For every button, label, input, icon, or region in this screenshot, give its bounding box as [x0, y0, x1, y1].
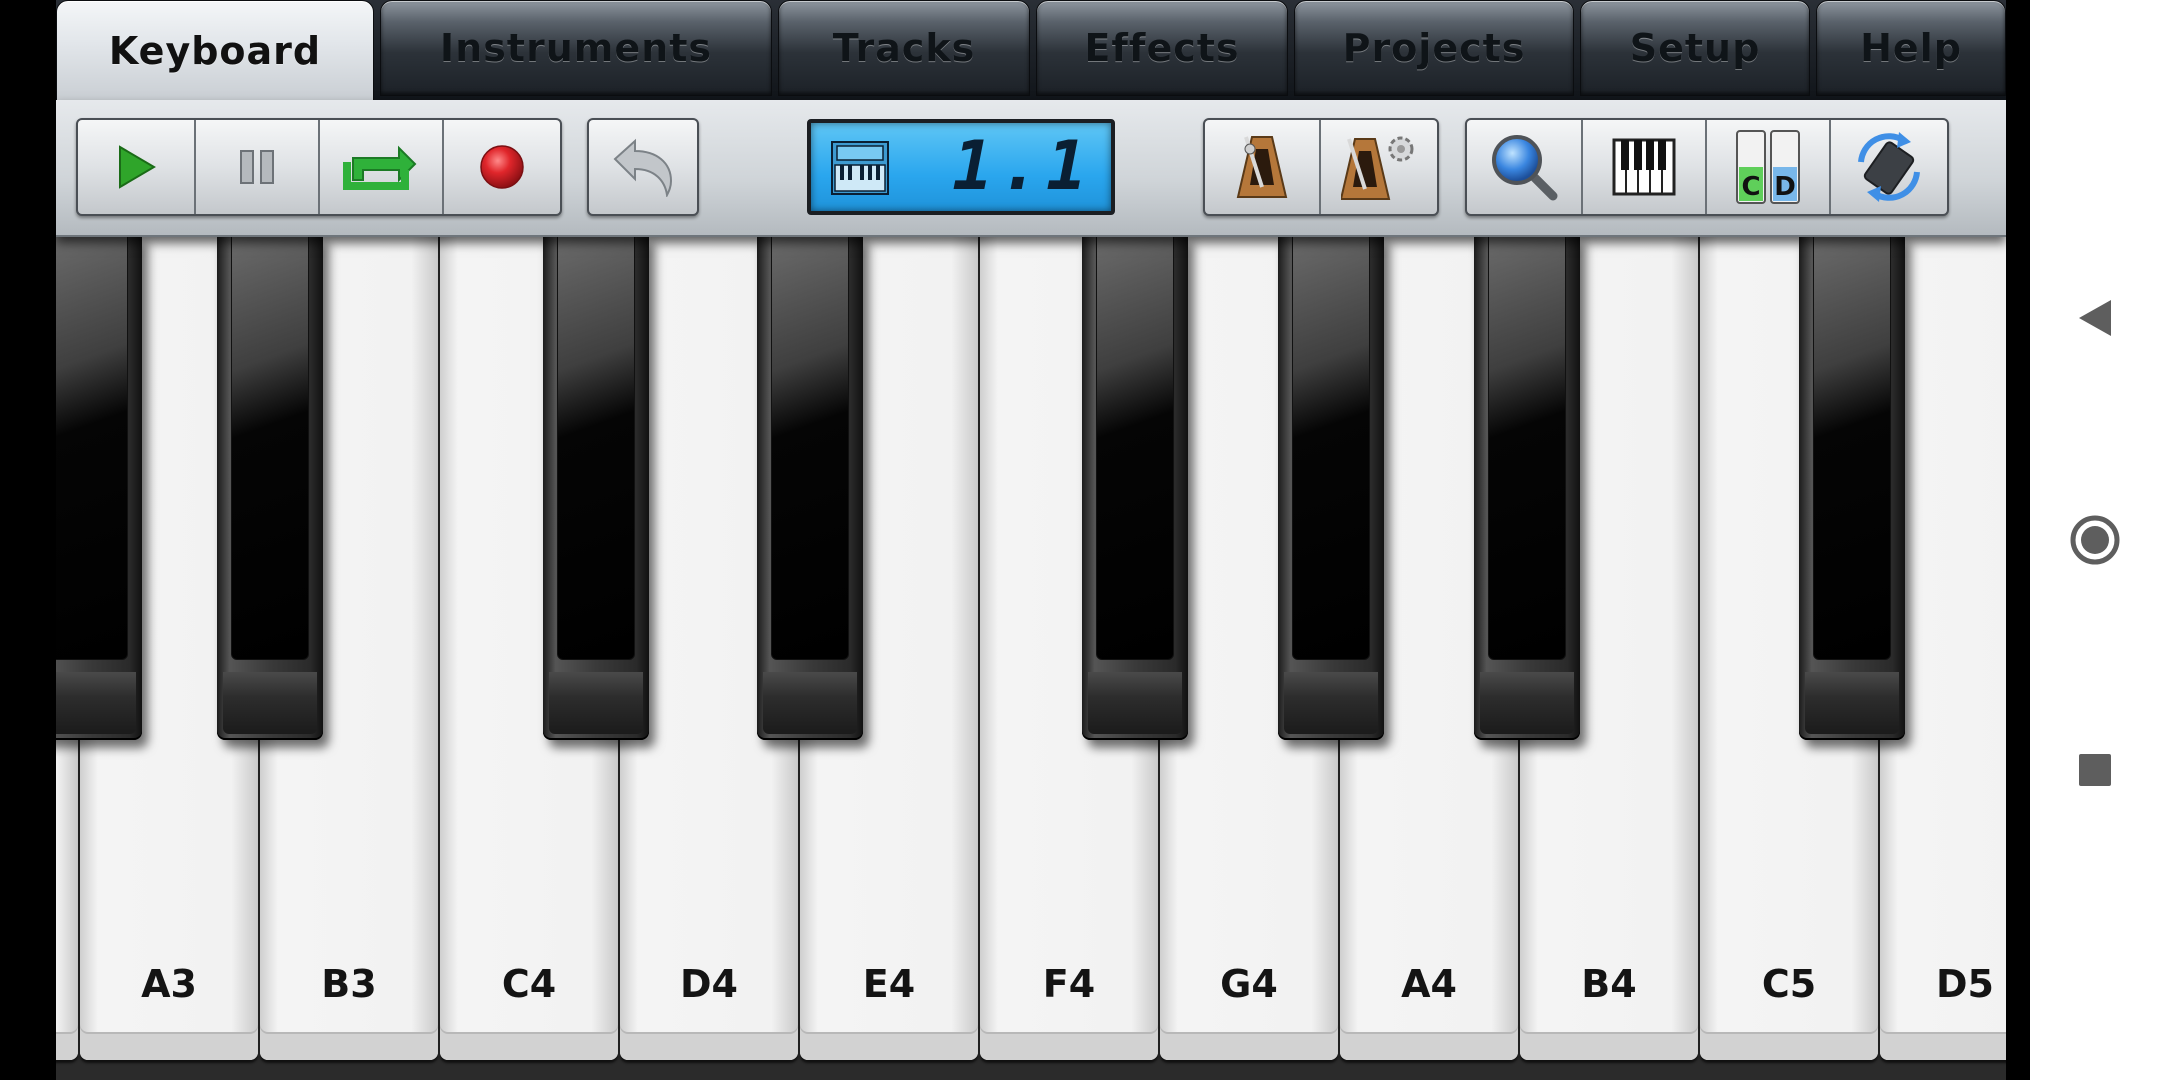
black-key-d-sharp-4[interactable]	[757, 235, 863, 740]
tab-instruments[interactable]: Instruments	[380, 0, 772, 96]
metronome-group	[1203, 118, 1439, 216]
tab-bar: Keyboard Instruments Tracks Effects Proj…	[56, 0, 2006, 102]
black-key-a-sharp-3[interactable]	[217, 235, 323, 740]
back-button[interactable]	[2030, 290, 2160, 346]
tab-help[interactable]: Help	[1816, 0, 2006, 96]
key-label: D5	[1936, 962, 1994, 1006]
key-labels-cd-icon: C D	[1736, 130, 1800, 204]
tab-effects[interactable]: Effects	[1036, 0, 1288, 96]
tab-projects[interactable]: Projects	[1294, 0, 1574, 96]
home-icon	[2070, 515, 2120, 565]
key-label: B3	[321, 962, 377, 1006]
metronome-settings-button[interactable]	[1321, 120, 1437, 214]
pause-icon	[240, 150, 274, 184]
piano-app: Keyboard Instruments Tracks Effects Proj…	[56, 0, 2006, 1080]
keyboard-instrument-icon	[831, 141, 889, 195]
undo-button[interactable]	[589, 120, 697, 214]
key-label: F4	[1042, 962, 1096, 1006]
recents-button[interactable]	[2030, 742, 2160, 798]
position-display[interactable]: 1.1	[807, 119, 1115, 215]
zoom-button[interactable]	[1467, 120, 1583, 214]
piano-keyboard: A3 B3 C4 D4 E4 F4 G4 A4 B4 C5 D5	[56, 235, 2006, 1080]
metronome-button[interactable]	[1205, 120, 1321, 214]
keyboard-layout-button[interactable]	[1583, 120, 1707, 214]
black-key-g-sharp-3[interactable]	[56, 235, 142, 740]
home-button[interactable]	[2030, 512, 2160, 568]
key-label: E4	[862, 962, 916, 1006]
key-label: C4	[501, 962, 557, 1006]
tab-tracks[interactable]: Tracks	[778, 0, 1030, 96]
key-label: D4	[680, 962, 738, 1006]
transport-controls	[76, 118, 562, 216]
screen: Keyboard Instruments Tracks Effects Proj…	[0, 0, 2160, 1080]
black-key-c-sharp-5[interactable]	[1799, 235, 1905, 740]
black-key-c-sharp-4[interactable]	[543, 235, 649, 740]
key-labels-button[interactable]: C D	[1707, 120, 1831, 214]
toolbar: 1.1 C D	[56, 100, 2006, 237]
loop-button[interactable]	[320, 120, 444, 214]
tab-setup[interactable]: Setup	[1580, 0, 1810, 96]
undo-group	[587, 118, 699, 216]
metronome-icon	[1236, 136, 1288, 198]
loop-icon	[343, 145, 417, 190]
key-label-d: D	[1774, 172, 1796, 202]
play-icon	[119, 145, 156, 189]
view-tools-group: C D	[1465, 118, 1949, 216]
back-icon	[2079, 300, 2111, 336]
key-label: G4	[1220, 962, 1278, 1006]
system-navigation-bar	[2030, 0, 2160, 1080]
black-key-a-sharp-4[interactable]	[1474, 235, 1580, 740]
black-key-g-sharp-4[interactable]	[1278, 235, 1384, 740]
rotate-button[interactable]	[1831, 120, 1947, 214]
recents-icon	[2079, 754, 2111, 786]
pause-button[interactable]	[196, 120, 320, 214]
key-label: C5	[1761, 962, 1817, 1006]
black-key-f-sharp-4[interactable]	[1082, 235, 1188, 740]
song-position: 1.1	[952, 127, 1093, 206]
tab-keyboard[interactable]: Keyboard	[56, 0, 374, 102]
keyboard-layout-icon	[1612, 138, 1676, 196]
key-label: A4	[1401, 962, 1457, 1006]
undo-icon	[613, 138, 673, 197]
record-icon	[480, 145, 524, 189]
zoom-icon	[1492, 135, 1558, 201]
metronome-settings-icon	[1341, 136, 1414, 200]
key-label: B4	[1581, 962, 1637, 1006]
rotate-icon	[1858, 132, 1920, 202]
record-button[interactable]	[444, 120, 560, 214]
play-button[interactable]	[78, 120, 196, 214]
key-label: A3	[141, 962, 197, 1006]
key-label-c: C	[1741, 172, 1760, 202]
